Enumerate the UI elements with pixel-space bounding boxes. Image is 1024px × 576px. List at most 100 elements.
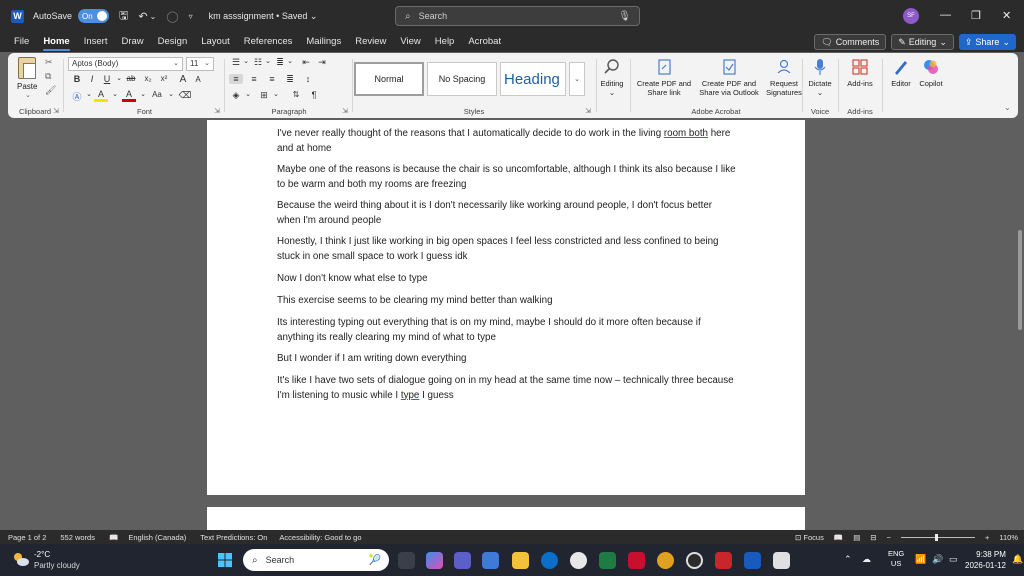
font-name-select[interactable]: Aptos (Body) ⌄ <box>68 57 183 71</box>
text-predictions[interactable]: Text Predictions: On <box>200 533 267 542</box>
justify-icon[interactable]: ≣ <box>283 74 297 85</box>
redo-icon[interactable]: ◯ <box>166 10 178 23</box>
shading-dropdown-icon[interactable]: ⌄ <box>241 90 255 98</box>
minimize-icon[interactable]: — <box>940 9 951 21</box>
font-launcher-icon[interactable]: ⇲ <box>214 107 220 115</box>
vertical-scrollbar[interactable] <box>1018 230 1022 330</box>
align-left-icon[interactable]: ≡ <box>229 74 243 84</box>
change-case-button[interactable]: Aa <box>150 90 164 99</box>
acrobat-icon[interactable] <box>715 552 732 569</box>
font-size-select[interactable]: 11 ⌄ <box>186 57 214 71</box>
editing-button[interactable]: Editing ⌄ <box>597 58 627 97</box>
collapse-ribbon-icon[interactable]: ⌄ <box>1004 103 1011 112</box>
tab-references[interactable]: References <box>237 32 300 52</box>
search-input[interactable] <box>418 11 599 21</box>
tab-insert[interactable]: Insert <box>77 32 115 52</box>
title-search-box[interactable]: ⌕ 🎙 <box>395 6 640 26</box>
document-canvas[interactable]: I've never really thought of the reasons… <box>0 120 1024 530</box>
accessibility-status[interactable]: Accessibility: Good to go <box>279 533 361 542</box>
zoom-slider[interactable] <box>900 533 975 541</box>
style-normal[interactable]: Normal <box>354 62 424 96</box>
teams-icon[interactable] <box>454 552 471 569</box>
zoom-level[interactable]: 110% <box>999 533 1018 542</box>
volume-icon[interactable]: 🔊 <box>932 554 943 565</box>
paste-dropdown-icon[interactable]: ⌄ <box>25 91 31 99</box>
battery-icon[interactable]: ▭ <box>949 554 958 565</box>
share-button[interactable]: ⇪ Share ⌄ <box>958 34 1016 50</box>
font-color-button[interactable]: A <box>122 89 136 102</box>
save-icon[interactable]: 🖫 <box>119 7 128 26</box>
editing-mode-button[interactable]: ✎ Editing ⌄ <box>891 34 954 50</box>
dictate-button[interactable]: Dictate ⌄ <box>804 58 836 97</box>
style-heading-1[interactable]: Heading 1 <box>500 62 566 96</box>
increase-indent-icon[interactable]: ⇥ <box>315 57 329 68</box>
taskbar-search[interactable]: ⌕ Search 🎾 <box>243 549 389 571</box>
maximize-icon[interactable]: ❐ <box>971 9 981 22</box>
zoom-out-icon[interactable]: − <box>887 533 891 542</box>
comments-button[interactable]: 🗨 Comments <box>814 34 887 50</box>
tab-mailings[interactable]: Mailings <box>299 32 348 52</box>
request-signatures-button[interactable]: Request Signatures <box>764 58 804 97</box>
web-layout-icon[interactable]: ⊟ <box>870 533 876 542</box>
doc-paragraph[interactable]: Because the weird thing about it is I do… <box>277 199 737 228</box>
close-icon[interactable]: ✕ <box>1002 9 1011 22</box>
align-center-icon[interactable]: ≡ <box>247 74 261 84</box>
grow-font-button[interactable]: A <box>176 74 190 85</box>
task-view-icon[interactable] <box>398 552 415 569</box>
word-count[interactable]: 552 words <box>60 533 95 542</box>
create-pdf-outlook-button[interactable]: Create PDF and Share via Outlook <box>696 58 762 97</box>
snipping-tool-icon[interactable] <box>773 552 790 569</box>
undo-dropdown-icon[interactable]: ⌄ <box>150 12 157 21</box>
chrome-canary-icon[interactable] <box>570 552 587 569</box>
doc-paragraph[interactable]: I've never really thought of the reasons… <box>277 127 737 156</box>
shrink-font-button[interactable]: A <box>191 75 205 84</box>
hp-icon[interactable] <box>541 552 558 569</box>
copilot-app-icon[interactable] <box>426 552 443 569</box>
tab-acrobat[interactable]: Acrobat <box>461 32 508 52</box>
document-page-2[interactable] <box>207 507 805 530</box>
superscript-button[interactable]: x² <box>157 74 171 83</box>
store-icon[interactable] <box>482 552 499 569</box>
avatar[interactable]: SF <box>903 8 919 24</box>
media-player-icon[interactable] <box>686 552 703 569</box>
highlight-dropdown-icon[interactable]: ⌄ <box>108 90 122 98</box>
proofing-icon[interactable]: 📖 <box>109 533 118 542</box>
excel-icon[interactable] <box>599 552 616 569</box>
page-count[interactable]: Page 1 of 2 <box>8 533 46 542</box>
tab-design[interactable]: Design <box>151 32 195 52</box>
read-mode-icon[interactable]: 📖 <box>834 533 843 542</box>
create-pdf-share-link-button[interactable]: Create PDF and Share link <box>634 58 694 97</box>
clear-formatting-icon[interactable]: ⌫ <box>178 90 192 101</box>
focus-button[interactable]: ⊡ Focus <box>795 533 824 542</box>
doc-paragraph[interactable]: Now I don't know what else to type <box>277 272 737 287</box>
align-right-icon[interactable]: ≡ <box>265 74 279 84</box>
tab-view[interactable]: View <box>393 32 427 52</box>
grammar-flag[interactable]: room both <box>664 128 708 139</box>
sort-icon[interactable]: ⇅ <box>289 90 303 99</box>
tab-home[interactable]: Home <box>36 32 76 52</box>
clock[interactable]: 9:38 PM 2026-01-12 <box>965 549 1006 571</box>
file-explorer-icon[interactable] <box>512 552 529 569</box>
microphone-icon[interactable]: 🎙 <box>618 11 631 22</box>
cut-icon[interactable]: ✂ <box>45 57 53 68</box>
paste-label[interactable]: Paste <box>17 82 37 91</box>
tab-file[interactable]: File <box>7 32 36 52</box>
doc-paragraph[interactable]: But I wonder if I am writing down everyt… <box>277 352 737 367</box>
weather-temp[interactable]: -2°C <box>34 550 50 559</box>
addins-button[interactable]: Add-ins <box>842 58 878 88</box>
word-icon[interactable] <box>744 552 761 569</box>
borders-dropdown-icon[interactable]: ⌄ <box>269 90 283 98</box>
doc-paragraph[interactable]: This exercise seems to be clearing my mi… <box>277 294 737 309</box>
clipboard-launcher-icon[interactable]: ⇲ <box>53 107 59 115</box>
chrome-icon[interactable] <box>657 552 674 569</box>
onedrive-icon[interactable]: ☁ <box>862 554 871 565</box>
grammar-flag[interactable]: type <box>401 390 420 401</box>
language-indicator[interactable]: ENG US <box>888 549 904 569</box>
show-hidden-icons[interactable]: ⌃ <box>844 554 852 565</box>
notifications-icon[interactable]: 🔔 <box>1012 554 1023 565</box>
print-layout-icon[interactable]: ▤ <box>853 533 860 542</box>
document-title[interactable]: km asssignment • Saved ⌄ <box>209 11 318 22</box>
windows-start-icon[interactable] <box>218 553 232 567</box>
doc-paragraph[interactable]: Honestly, I think I just like working in… <box>277 235 737 264</box>
decrease-indent-icon[interactable]: ⇤ <box>299 57 313 68</box>
